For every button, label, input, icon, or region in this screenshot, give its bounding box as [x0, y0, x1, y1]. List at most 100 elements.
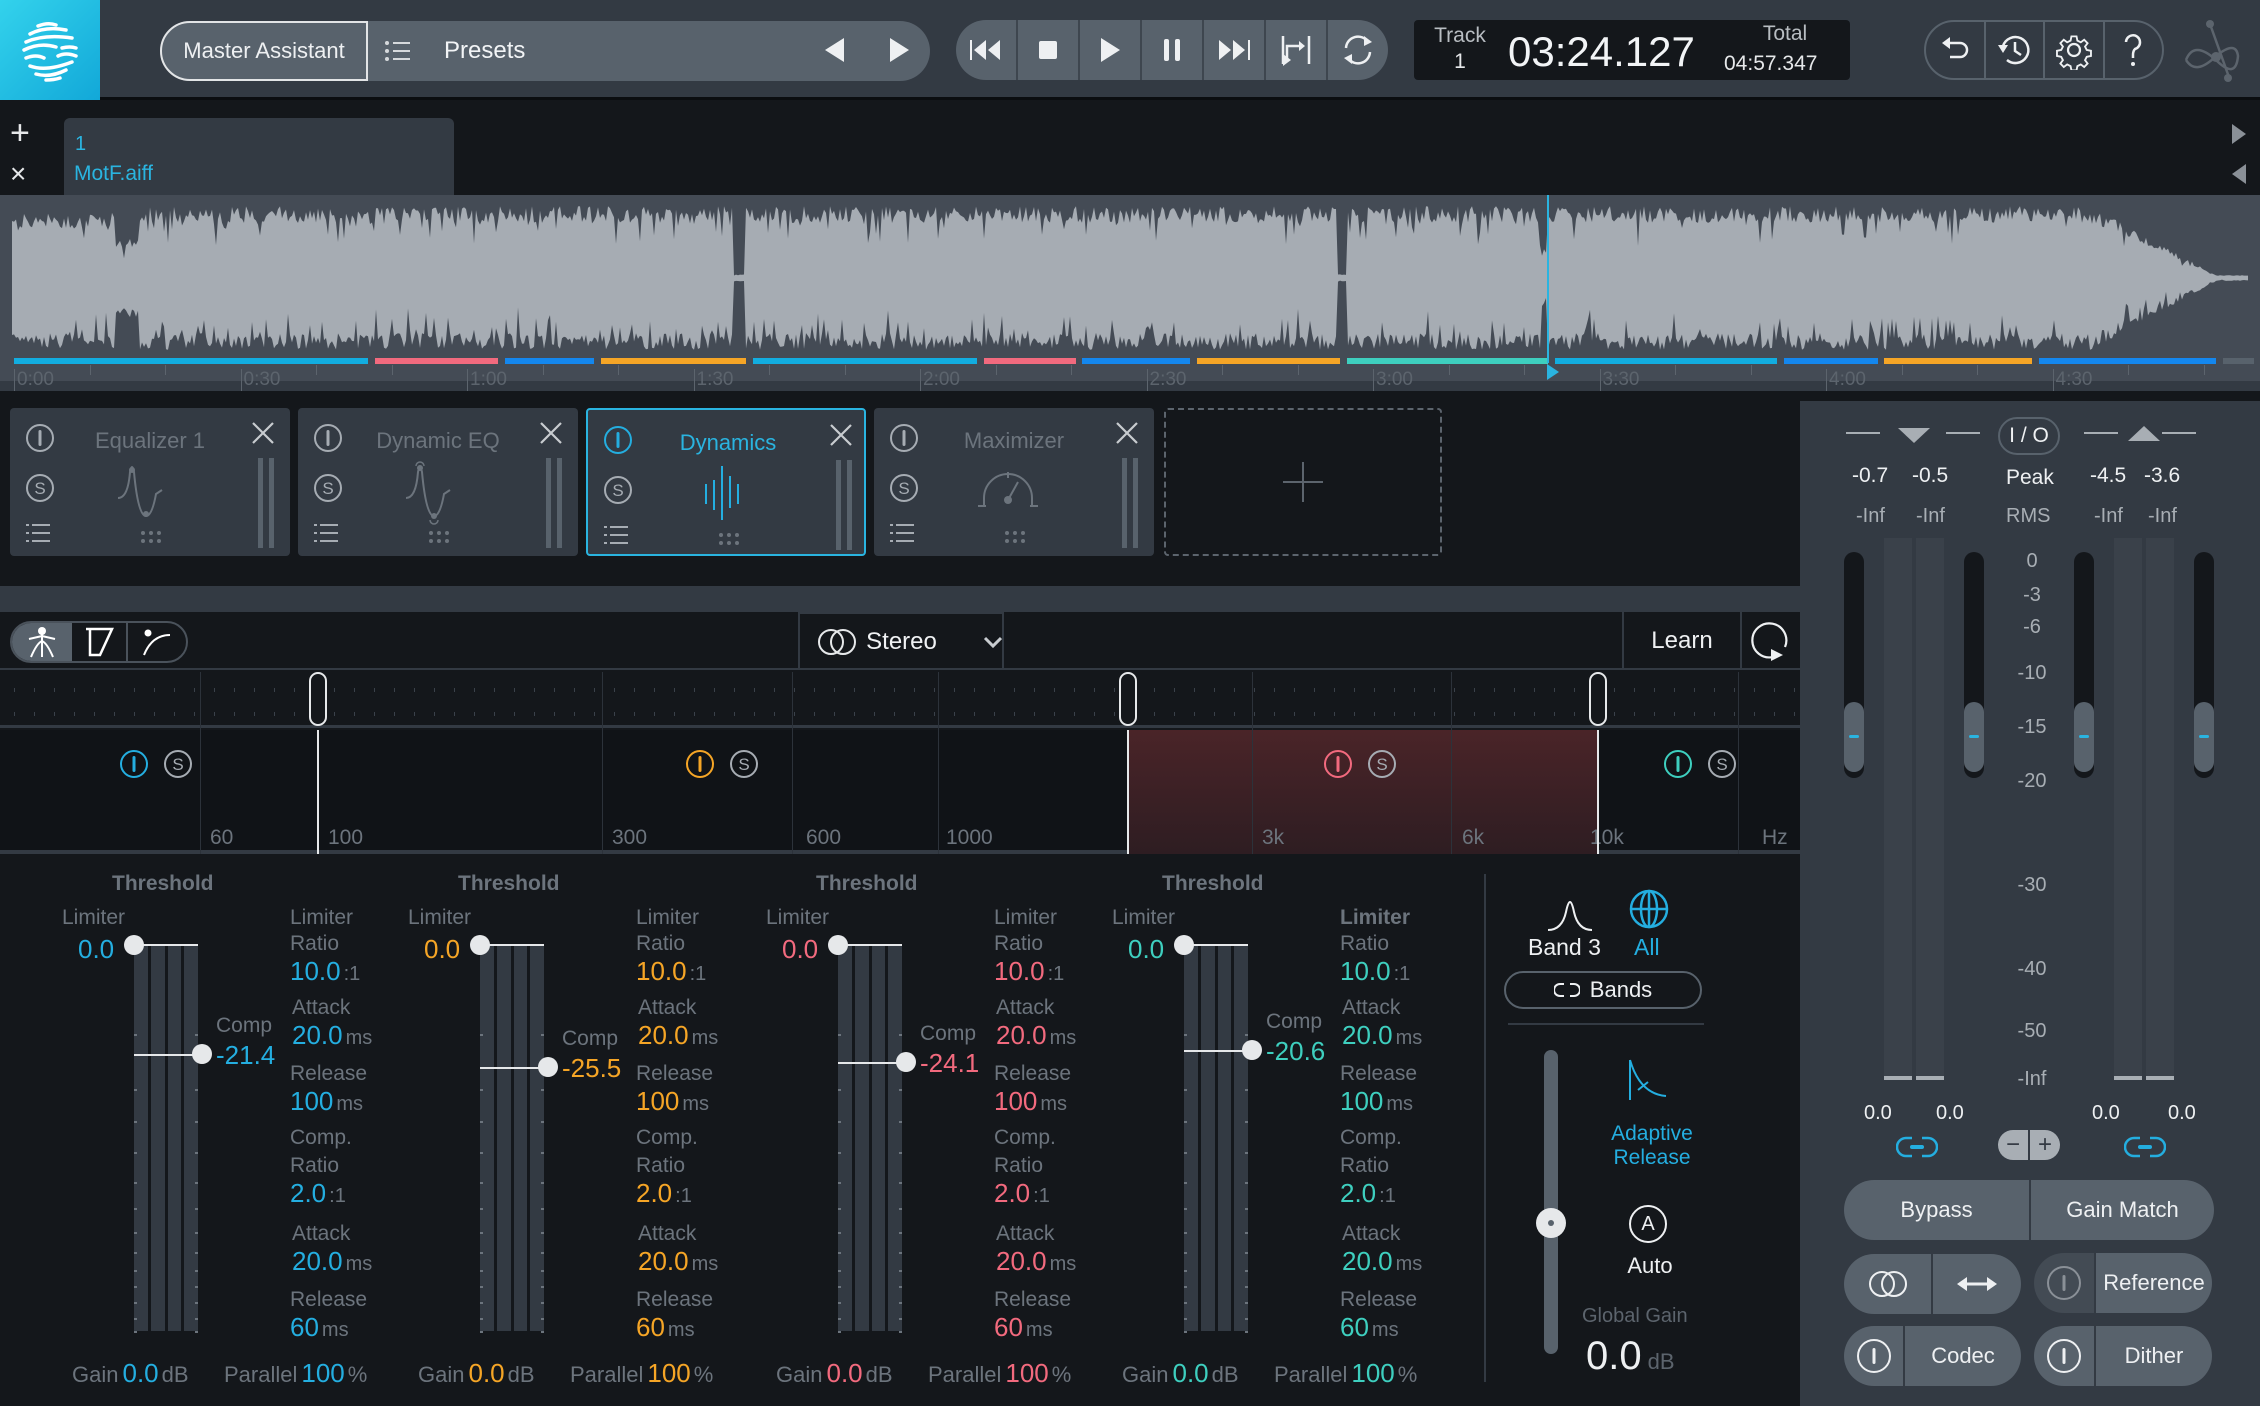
comp-release-value[interactable]: 60 ms — [636, 1312, 695, 1343]
next-preset-icon[interactable] — [888, 36, 912, 69]
crossover-handle[interactable] — [1589, 672, 1607, 726]
limiter-threshold-value[interactable]: 0.0 — [1128, 934, 1164, 965]
close-module-icon[interactable] — [1114, 420, 1140, 451]
crossover-strip[interactable] — [0, 672, 1800, 728]
scroll-left-icon[interactable] — [2232, 164, 2246, 184]
segment-marker[interactable] — [983, 358, 1076, 364]
crossover-handle[interactable] — [309, 672, 327, 726]
comp-threshold-value[interactable]: -20.6 — [1266, 1036, 1325, 1067]
comp-threshold-knob[interactable] — [192, 1043, 212, 1064]
codec-button[interactable]: Codec — [1905, 1326, 2021, 1386]
comp-release-value[interactable]: 60 ms — [290, 1312, 349, 1343]
module-menu-icon[interactable] — [314, 522, 340, 549]
limiter-threshold-value[interactable]: 0.0 — [424, 934, 460, 965]
segment-marker[interactable] — [1783, 358, 1878, 364]
module-equalizer-1[interactable]: S Equalizer 1 — [10, 408, 290, 556]
segment-marker[interactable] — [1082, 358, 1190, 364]
limiter-release-value[interactable]: 100 ms — [1340, 1086, 1413, 1117]
time-ruler[interactable]: 0:00 0:30 1:00 1:30 2:00 2:30 3:00 3:30 4:00 4:30 — [0, 365, 2260, 391]
close-module-icon[interactable] — [538, 420, 564, 451]
module-power-button[interactable] — [312, 422, 344, 459]
drag-handle-icon[interactable] — [1004, 530, 1026, 549]
comp-threshold-knob[interactable] — [896, 1051, 916, 1072]
module-menu-icon[interactable] — [26, 522, 52, 549]
segment-marker[interactable] — [504, 358, 595, 364]
module-menu-icon[interactable] — [604, 524, 630, 551]
band-2-power-button[interactable] — [684, 748, 716, 785]
comp-threshold-value[interactable]: -24.1 — [920, 1048, 979, 1079]
dither-power-button[interactable] — [2034, 1326, 2094, 1386]
limiter-threshold-knob[interactable] — [1174, 935, 1194, 955]
all-bands-selector[interactable] — [1628, 888, 1670, 935]
previous-preset-icon[interactable] — [822, 36, 846, 69]
global-gain-slider[interactable] — [1544, 1050, 1558, 1354]
gain-match-button[interactable]: Gain Match — [2031, 1180, 2214, 1240]
master-assistant-button[interactable]: Master Assistant — [160, 21, 368, 81]
module-solo-button[interactable]: S — [24, 472, 56, 509]
close-module-icon[interactable] — [828, 422, 854, 453]
stereo-mode-dropdown[interactable]: Stereo — [798, 612, 1004, 670]
learn-mode-button[interactable] — [12, 623, 72, 661]
loop-button[interactable] — [1328, 20, 1388, 80]
comp-ratio-value[interactable]: 2.0:1 — [1340, 1178, 1396, 1209]
limiter-threshold-knob[interactable] — [828, 935, 848, 955]
limiter-release-value[interactable]: 100 ms — [636, 1086, 709, 1117]
crossover-line[interactable] — [317, 730, 319, 854]
band-2-solo-button[interactable]: S — [728, 748, 760, 785]
limiter-threshold-knob[interactable] — [124, 935, 144, 955]
comp-attack-value[interactable]: 20.0 ms — [1342, 1246, 1422, 1277]
module-solo-button[interactable]: S — [312, 472, 344, 509]
reference-button[interactable]: Reference — [2096, 1253, 2212, 1313]
settings-button[interactable] — [2045, 22, 2105, 78]
reference-power-button[interactable] — [2034, 1253, 2094, 1313]
comp-threshold-knob[interactable] — [538, 1057, 558, 1078]
segment-marker[interactable] — [1884, 358, 2033, 364]
drag-handle-icon[interactable] — [140, 530, 162, 549]
swap-button[interactable] — [1933, 1254, 2021, 1314]
app-logo[interactable] — [0, 0, 100, 100]
band-parallel[interactable]: Parallel 100% — [570, 1358, 713, 1389]
module-power-button[interactable] — [24, 422, 56, 459]
link-channels-icon[interactable] — [2123, 1136, 2167, 1163]
auto-button[interactable]: A — [1629, 1205, 1667, 1243]
comp-ratio-value[interactable]: 2.0:1 — [636, 1178, 692, 1209]
segment-marker[interactable] — [1346, 358, 1549, 364]
limiter-attack-value[interactable]: 20.0 ms — [1342, 1020, 1422, 1051]
band-4-solo-button[interactable]: S — [1706, 748, 1738, 785]
segment-marker[interactable] — [600, 358, 747, 364]
playhead[interactable] — [1547, 195, 1549, 363]
crossover-line[interactable] — [1597, 730, 1599, 854]
play-button[interactable] — [1080, 20, 1142, 80]
history-button[interactable] — [1986, 22, 2045, 78]
band-4-power-button[interactable] — [1662, 748, 1694, 785]
comp-release-value[interactable]: 60 ms — [1340, 1312, 1399, 1343]
module-maximizer[interactable]: S Maximizer — [874, 408, 1154, 556]
io-toggle-button[interactable]: I / O — [1998, 417, 2060, 455]
help-button[interactable] — [2105, 22, 2163, 78]
limiter-threshold-value[interactable]: 0.0 — [78, 934, 114, 965]
gain-fader-knob[interactable] — [2074, 702, 2094, 772]
band-gain[interactable]: Gain 0.0 dB — [1122, 1358, 1239, 1389]
module-solo-button[interactable]: S — [888, 472, 920, 509]
global-gain-slider-knob[interactable] — [1536, 1208, 1566, 1238]
module-dynamics[interactable]: S Dynamics — [586, 408, 866, 556]
stereo-view-button[interactable] — [1844, 1254, 1931, 1314]
dither-button[interactable]: Dither — [2096, 1326, 2212, 1386]
limiter-ratio-value[interactable]: 10.0:1 — [1340, 956, 1410, 987]
learn-reset-button[interactable] — [1740, 612, 1800, 670]
module-power-button[interactable] — [602, 424, 634, 461]
crossover-handle[interactable] — [1119, 672, 1137, 726]
adaptive-release-button[interactable] — [1626, 1058, 1670, 1107]
module-dynamic-eq[interactable]: S Dynamic EQ — [298, 408, 578, 556]
segment-marker[interactable] — [1196, 358, 1341, 364]
threshold-mode-button[interactable] — [72, 623, 128, 661]
limiter-threshold-value[interactable]: 0.0 — [782, 934, 818, 965]
module-solo-button[interactable]: S — [602, 474, 634, 511]
band-gain[interactable]: Gain 0.0 dB — [776, 1358, 893, 1389]
rewind-to-start-button[interactable] — [956, 20, 1018, 80]
close-module-icon[interactable] — [250, 420, 276, 451]
comp-ratio-value[interactable]: 2.0:1 — [290, 1178, 346, 1209]
gain-fader-knob[interactable] — [1964, 702, 1984, 772]
pause-button[interactable] — [1142, 20, 1204, 80]
segment-marker[interactable] — [753, 358, 978, 364]
